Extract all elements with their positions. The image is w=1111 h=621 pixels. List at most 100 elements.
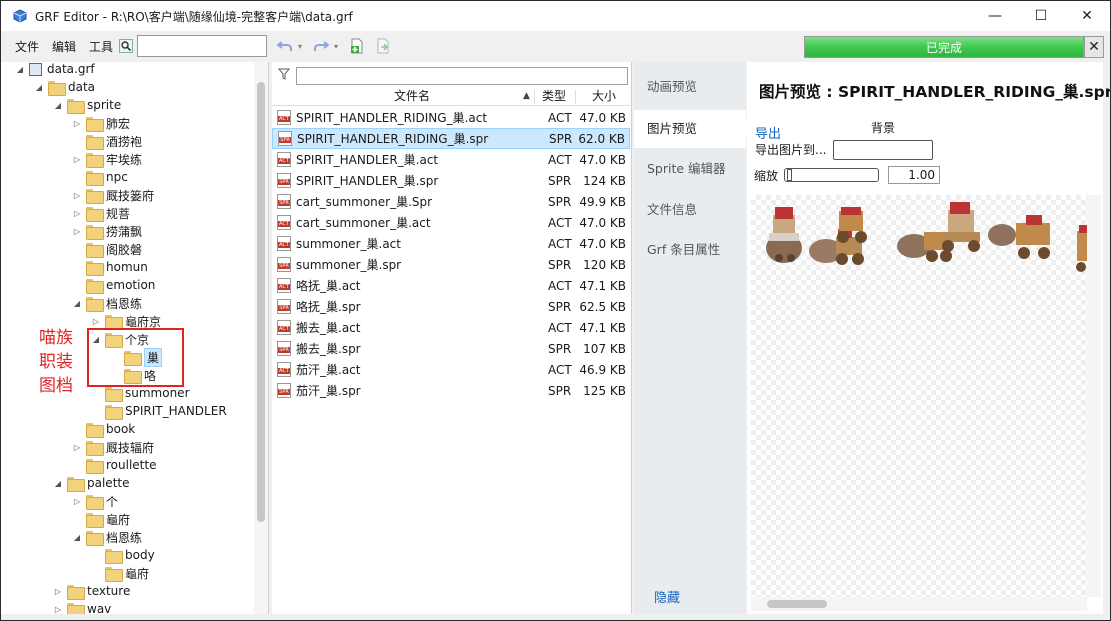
act-file-icon: ACT bbox=[277, 320, 291, 335]
expanded-arrow-icon[interactable]: ◢ bbox=[15, 65, 25, 74]
file-name: summoner_巢.act bbox=[296, 237, 401, 251]
file-row[interactable]: SPR SPIRIT_HANDLER_巢.spr SPR 124 KB bbox=[272, 170, 630, 191]
tree-item[interactable]: ▷ 肺宏 bbox=[72, 114, 130, 132]
expanded-arrow-icon[interactable]: ◢ bbox=[34, 83, 44, 92]
file-size: 125 KB bbox=[583, 383, 626, 398]
menu-tools[interactable]: 工具 bbox=[89, 38, 113, 55]
tree-item[interactable]: ▷ 牢埃练 bbox=[72, 150, 142, 168]
file-row[interactable]: ACT SPIRIT_HANDLER_巢.act ACT 47.0 KB bbox=[272, 149, 630, 170]
collapsed-arrow-icon[interactable]: ▷ bbox=[53, 587, 63, 596]
file-row[interactable]: SPR 咯抚_巢.spr SPR 62.5 KB bbox=[272, 296, 630, 317]
file-row[interactable]: SPR SPIRIT_HANDLER_RIDING_巢.spr SPR 62.0 KB bbox=[272, 128, 630, 149]
tree-item[interactable]: ▷ 厩技辐府 bbox=[72, 438, 154, 456]
tree-item-label: npc bbox=[106, 170, 128, 184]
zoom-slider[interactable] bbox=[784, 168, 879, 182]
header-name[interactable]: 文件名 bbox=[394, 88, 430, 106]
undo-icon[interactable] bbox=[275, 36, 295, 56]
menu-file[interactable]: 文件 bbox=[15, 38, 39, 55]
extract-icon[interactable] bbox=[373, 36, 393, 56]
canvas-vertical-scrollbar[interactable] bbox=[1087, 195, 1101, 597]
tree-scroll-thumb[interactable] bbox=[257, 82, 265, 522]
tree-item[interactable]: ▷ 规菩 bbox=[72, 204, 130, 222]
file-name: 搬去_巢.spr bbox=[296, 342, 361, 356]
close-button[interactable]: ✕ bbox=[1064, 1, 1110, 31]
redo-dropdown-icon[interactable]: ▾ bbox=[331, 36, 341, 56]
tree-item[interactable]: 酒捞袍 bbox=[72, 132, 142, 150]
tree-item[interactable]: homun bbox=[72, 258, 148, 276]
file-row[interactable]: SPR cart_summoner_巢.Spr SPR 49.9 KB bbox=[272, 191, 630, 212]
header-type[interactable]: 类型 bbox=[542, 88, 566, 106]
file-row[interactable]: ACT 咯抚_巢.act ACT 47.1 KB bbox=[272, 275, 630, 296]
canvas-scroll-thumb[interactable] bbox=[767, 600, 827, 608]
file-row[interactable]: ACT SPIRIT_HANDLER_RIDING_巢.act ACT 47.0 KB bbox=[272, 107, 630, 128]
collapsed-arrow-icon[interactable]: ▷ bbox=[72, 191, 82, 200]
redo-icon[interactable] bbox=[311, 36, 331, 56]
collapsed-arrow-icon[interactable]: ▷ bbox=[72, 119, 82, 128]
file-row[interactable]: SPR 搬去_巢.spr SPR 107 KB bbox=[272, 338, 630, 359]
nav-item[interactable]: Sprite 编辑器 bbox=[647, 158, 726, 177]
tree-scrollbar[interactable] bbox=[254, 62, 268, 614]
tree-item[interactable]: ◢ 档恩练 bbox=[72, 528, 142, 546]
file-row[interactable]: ACT summoner_巢.act ACT 47.0 KB bbox=[272, 233, 630, 254]
collapsed-arrow-icon[interactable]: ▷ bbox=[72, 443, 82, 452]
tree-item[interactable]: SPIRIT_HANDLER bbox=[91, 402, 227, 420]
collapsed-arrow-icon[interactable]: ▷ bbox=[72, 209, 82, 218]
nav-item[interactable]: 图片预览 bbox=[634, 110, 753, 148]
tree-item[interactable]: ◢ sprite bbox=[53, 96, 121, 114]
zoom-value-field[interactable]: 1.00 bbox=[888, 166, 940, 184]
act-file-icon: ACT bbox=[277, 110, 291, 125]
file-row[interactable]: SPR 茄汗_巢.spr SPR 125 KB bbox=[272, 380, 630, 401]
add-file-icon[interactable] bbox=[347, 36, 367, 56]
progress-close-button[interactable]: ✕ bbox=[1084, 36, 1104, 58]
export-path-field[interactable] bbox=[833, 140, 933, 160]
undo-dropdown-icon[interactable]: ▾ bbox=[295, 36, 305, 56]
maximize-button[interactable]: ☐ bbox=[1018, 1, 1064, 31]
tree-item[interactable]: 龜府 bbox=[72, 510, 130, 528]
collapsed-arrow-icon[interactable]: ▷ bbox=[91, 317, 101, 326]
file-row[interactable]: ACT 茄汗_巢.act ACT 46.9 KB bbox=[272, 359, 630, 380]
tree-item[interactable]: roullette bbox=[72, 456, 156, 474]
background-label[interactable]: 背景 bbox=[871, 119, 895, 136]
tree-item[interactable]: ▷ wav bbox=[53, 600, 111, 614]
nav-item[interactable]: 动画预览 bbox=[647, 76, 697, 95]
tree-item[interactable]: 阁胶磐 bbox=[72, 240, 142, 258]
tree-item[interactable]: body bbox=[91, 546, 155, 564]
file-row[interactable]: ACT cart_summoner_巢.act ACT 47.0 KB bbox=[272, 212, 630, 233]
nav-item[interactable]: Grf 条目属性 bbox=[647, 239, 720, 258]
collapsed-arrow-icon[interactable]: ▷ bbox=[72, 227, 82, 236]
file-type-tag: ACT bbox=[278, 242, 290, 248]
tree-item[interactable]: 龜府 bbox=[91, 564, 149, 582]
header-size[interactable]: 大小 bbox=[592, 88, 616, 106]
tree-item[interactable]: ▷ 个 bbox=[72, 492, 118, 510]
collapsed-arrow-icon[interactable]: ▷ bbox=[72, 497, 82, 506]
hide-button[interactable]: 隐藏 bbox=[654, 587, 680, 606]
tree-item[interactable]: ▷ 捞蒲飘 bbox=[72, 222, 142, 240]
expanded-arrow-icon[interactable]: ◢ bbox=[72, 533, 82, 542]
expanded-arrow-icon[interactable]: ◢ bbox=[53, 479, 63, 488]
tree-item[interactable]: ◢ palette bbox=[53, 474, 129, 492]
tree-item[interactable]: ▷ 厩技篓府 bbox=[72, 186, 154, 204]
minimize-button[interactable]: — bbox=[972, 1, 1018, 31]
nav-item[interactable]: 文件信息 bbox=[647, 199, 697, 218]
tree-item[interactable]: ▷ texture bbox=[53, 582, 130, 600]
file-size: 62.5 KB bbox=[579, 299, 626, 314]
sprite-frame-3 bbox=[837, 207, 867, 243]
expanded-arrow-icon[interactable]: ◢ bbox=[72, 299, 82, 308]
collapsed-arrow-icon[interactable]: ▷ bbox=[72, 155, 82, 164]
tree-item[interactable]: ◢ data.grf bbox=[15, 62, 95, 78]
file-row[interactable]: SPR summoner_巢.spr SPR 120 KB bbox=[272, 254, 630, 275]
filter-input[interactable] bbox=[296, 67, 628, 85]
canvas-horizontal-scrollbar[interactable] bbox=[751, 597, 1087, 611]
export-button[interactable]: 导出 bbox=[755, 123, 781, 142]
menu-edit[interactable]: 编辑 bbox=[52, 38, 76, 55]
search-input[interactable] bbox=[137, 35, 268, 57]
expanded-arrow-icon[interactable]: ◢ bbox=[53, 101, 63, 110]
tree-item[interactable]: npc bbox=[72, 168, 128, 186]
tree-item[interactable]: book bbox=[72, 420, 135, 438]
tree-item[interactable]: emotion bbox=[72, 276, 155, 294]
collapsed-arrow-icon[interactable]: ▷ bbox=[53, 605, 63, 614]
zoom-slider-thumb[interactable] bbox=[787, 169, 792, 181]
file-row[interactable]: ACT 搬去_巢.act ACT 47.1 KB bbox=[272, 317, 630, 338]
tree-item[interactable]: ◢ data bbox=[34, 78, 95, 96]
tree-item[interactable]: ◢ 档恩练 bbox=[72, 294, 142, 312]
